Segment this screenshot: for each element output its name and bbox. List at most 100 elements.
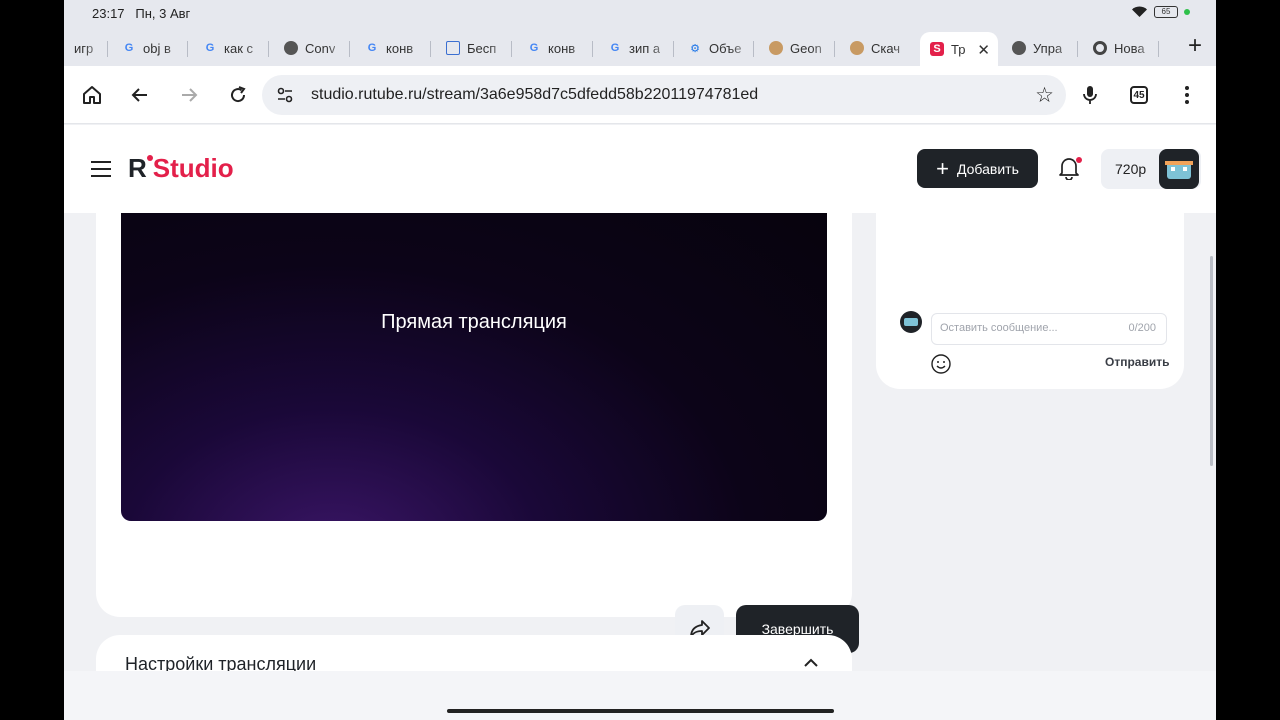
tab-5[interactable]: Бесп: [436, 32, 512, 64]
tab-fade: [569, 32, 593, 64]
tab-3[interactable]: Conv: [274, 32, 350, 64]
stream-settings-title: Настройки трансляции: [125, 654, 317, 671]
studio-header: R Studio + Добавить 720p: [64, 125, 1216, 213]
chat-message-input[interactable]: [940, 322, 1110, 334]
url-text[interactable]: studio.rutube.ru/stream/3a6e958d7c5dfedd…: [311, 86, 758, 104]
tab-fade: [1054, 32, 1078, 64]
tab-fade: [164, 32, 188, 64]
add-button[interactable]: + Добавить: [917, 149, 1038, 188]
tab-fade: [407, 32, 431, 64]
browser-toolbar: studio.rutube.ru/stream/3a6e958d7c5dfedd…: [64, 66, 1216, 124]
tab-2[interactable]: Gкак с: [193, 32, 269, 64]
grid-icon: [446, 41, 460, 55]
tab-separator: [107, 41, 108, 57]
tab-count: 45: [1130, 86, 1148, 104]
page-scrollbar[interactable]: [1210, 256, 1213, 466]
tab-10[interactable]: Скач: [840, 32, 916, 64]
tab-separator: [673, 41, 674, 57]
rutube-icon: S: [930, 42, 944, 56]
microphone-icon: [1083, 86, 1097, 104]
forward-button[interactable]: [176, 82, 202, 108]
tab-9[interactable]: Geon: [759, 32, 835, 64]
menu-icon[interactable]: [91, 161, 111, 177]
voice-search-button[interactable]: [1077, 82, 1103, 108]
gear-icon: ⚙: [690, 42, 700, 55]
tab-active-rutube[interactable]: S Тр ✕: [920, 32, 998, 66]
new-tab-button[interactable]: +: [1188, 34, 1202, 58]
tab-separator: [1077, 41, 1078, 57]
tab-fade: [811, 32, 835, 64]
stream-title: Прямая трансляция: [381, 311, 567, 333]
notifications-button[interactable]: [1058, 156, 1082, 182]
chat-panel: 0/200 Отправить: [876, 185, 1184, 389]
pug-icon: [850, 41, 864, 55]
tab-separator: [430, 41, 431, 57]
pug-icon: [769, 41, 783, 55]
tab-separator: [349, 41, 350, 57]
tab-label: Тр: [951, 41, 966, 57]
tab-8[interactable]: ⚙ Объе: [678, 32, 754, 64]
tab-separator: [268, 41, 269, 57]
chat-message-field[interactable]: 0/200: [931, 313, 1167, 345]
tab-strip: игр Gobj в Gкак с Conv Gконв Бесп Gконв …: [64, 28, 1216, 66]
tab-switcher-button[interactable]: 45: [1126, 82, 1152, 108]
logo-r: R: [128, 153, 153, 183]
browser-menu-button[interactable]: [1174, 82, 1200, 108]
user-avatar: [900, 311, 922, 333]
back-button[interactable]: [127, 82, 153, 108]
tab-0[interactable]: игр: [64, 32, 108, 64]
robot-avatar-icon: [1165, 161, 1193, 179]
logo-studio: Studio: [152, 153, 234, 183]
address-bar[interactable]: studio.rutube.ru/stream/3a6e958d7c5dfedd…: [262, 75, 1066, 115]
charging-dot: [1184, 8, 1190, 15]
more-vertical-icon: [1185, 86, 1189, 104]
reload-button[interactable]: [225, 82, 251, 108]
device-screen: 23:17 Пн, 3 Авг 65 игр Gobj в Gкак с Con…: [64, 0, 1216, 720]
google-icon: G: [124, 42, 134, 54]
tab-fade: [245, 32, 269, 64]
google-icon: G: [367, 42, 377, 54]
arrow-right-icon: [182, 88, 198, 102]
close-tab-icon[interactable]: ✕: [977, 41, 990, 59]
tab-separator: [1158, 41, 1159, 57]
globe-icon: [1012, 41, 1026, 55]
tab-13[interactable]: Нова: [1083, 32, 1159, 64]
profile-avatar[interactable]: [1159, 149, 1199, 189]
home-button[interactable]: [79, 82, 105, 108]
google-icon: G: [205, 42, 215, 54]
tab-4[interactable]: Gконв: [355, 32, 431, 64]
google-icon: G: [610, 42, 620, 54]
google-icon: G: [529, 42, 539, 54]
chevron-up-icon[interactable]: [802, 657, 820, 669]
chat-char-counter: 0/200: [1128, 322, 1156, 334]
tab-fade: [488, 32, 512, 64]
system-navigation-bar: [64, 671, 1216, 720]
tab-separator: [592, 41, 593, 57]
tab-1[interactable]: Gobj в: [112, 32, 188, 64]
emoji-icon[interactable]: [930, 353, 952, 375]
stream-settings-card[interactable]: Настройки трансляции: [96, 635, 852, 671]
gesture-handle[interactable]: [447, 709, 834, 713]
tab-6[interactable]: Gконв: [517, 32, 593, 64]
web-page: Завершить Прямая трансляция Настройки тр…: [64, 125, 1216, 671]
stream-player[interactable]: Прямая трансляция: [121, 213, 827, 521]
add-button-label: Добавить: [956, 160, 1019, 177]
send-message-button[interactable]: Отправить: [1105, 355, 1169, 369]
tab-separator: [511, 41, 512, 57]
status-bar: 23:17 Пн, 3 Авг 65: [64, 0, 1216, 28]
globe-icon: [284, 41, 298, 55]
bookmark-star-icon[interactable]: ☆: [1035, 83, 1054, 108]
wifi-icon: [1132, 6, 1147, 17]
rutube-studio-logo[interactable]: R Studio: [128, 153, 234, 184]
site-settings-icon[interactable]: [276, 86, 294, 104]
tab-7[interactable]: Gзип а: [598, 32, 674, 64]
tab-12[interactable]: Упра: [1002, 32, 1078, 64]
plus-icon: +: [936, 155, 949, 181]
home-icon: [83, 86, 101, 104]
quality-label: 720p: [1115, 161, 1147, 177]
status-time: 23:17 Пн, 3 Авг: [92, 6, 191, 21]
chrome-icon: [1093, 41, 1107, 55]
tab-fade: [1135, 32, 1159, 64]
tab-fade: [650, 32, 674, 64]
notification-dot: [1076, 157, 1082, 163]
